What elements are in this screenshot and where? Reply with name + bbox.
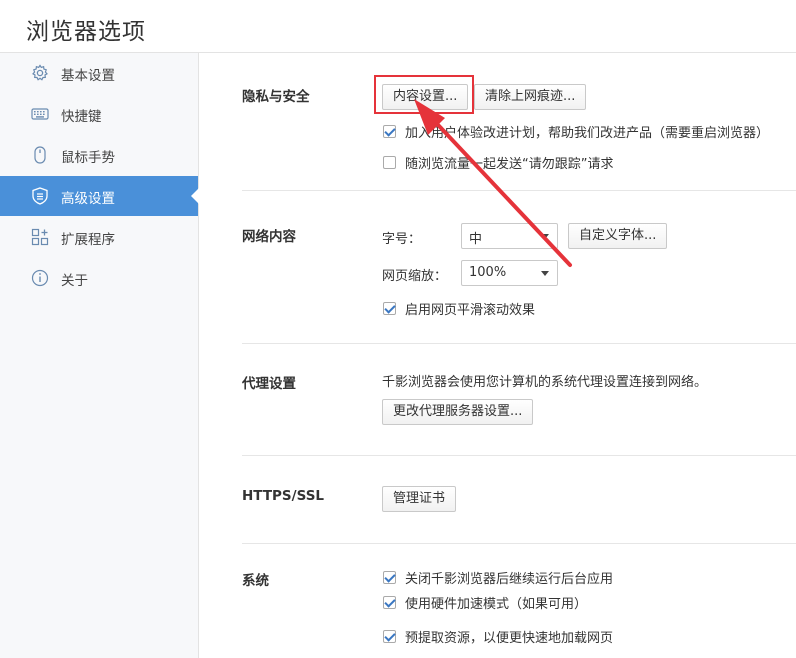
smooth-scroll-option[interactable]: 启用网页平滑滚动效果 [383, 298, 535, 318]
hardware-accel-label: 使用硬件加速模式（如果可用） [405, 596, 588, 612]
sidebar-item-label: 快捷键 [61, 109, 102, 125]
section-title-https: HTTPS/SSL [242, 488, 325, 504]
sidebar-item-basic-settings[interactable]: 基本设置 [0, 53, 198, 93]
clear-history-button[interactable]: 清除上网痕迹... [474, 84, 587, 110]
mouse-icon [34, 146, 46, 164]
title-bar: 浏览器选项 [0, 0, 796, 53]
chevron-down-icon [541, 234, 549, 239]
keyboard-icon [31, 108, 49, 120]
section-title-system: 系统 [242, 573, 269, 589]
prefetch-checkbox[interactable] [383, 629, 396, 643]
change-proxy-button[interactable]: 更改代理服务器设置... [382, 399, 534, 425]
hardware-accel-checkbox[interactable] [383, 595, 396, 609]
divider [242, 543, 796, 544]
divider [242, 190, 796, 191]
custom-fonts-button[interactable]: 自定义字体... [568, 223, 668, 249]
settings-content: 隐私与安全 内容设置... 清除上网痕迹... 加入用户体验改进计划，帮助我们改… [199, 53, 796, 658]
font-size-select[interactable]: 中 [461, 223, 558, 249]
join-program-option[interactable]: 加入用户体验改进计划，帮助我们改进产品（需要重启浏览器） [383, 121, 769, 141]
do-not-track-label: 随浏览流量一起发送“请勿跟踪”请求 [405, 156, 614, 172]
background-apps-option[interactable]: 关闭千影浏览器后继续运行后台应用 [383, 567, 613, 587]
sidebar-item-extensions[interactable]: 扩展程序 [0, 217, 198, 257]
info-icon [31, 269, 49, 287]
sidebar-item-mouse-gestures[interactable]: 鼠标手势 [0, 135, 198, 175]
zoom-value: 100% [469, 265, 507, 280]
smooth-scroll-label: 启用网页平滑滚动效果 [405, 302, 536, 318]
section-title-web-content: 网络内容 [242, 229, 296, 245]
proxy-description: 千影浏览器会使用您计算机的系统代理设置连接到网络。 [382, 375, 708, 390]
sidebar-item-shortcuts[interactable]: 快捷键 [0, 94, 198, 134]
prefetch-option[interactable]: 预提取资源，以便更快速地加载网页 [383, 626, 613, 646]
divider [242, 343, 796, 344]
do-not-track-checkbox[interactable] [383, 155, 396, 169]
font-size-value: 中 [469, 232, 483, 247]
join-program-label: 加入用户体验改进计划，帮助我们改进产品（需要重启浏览器） [405, 125, 770, 141]
sidebar-item-label: 关于 [61, 273, 88, 289]
background-apps-checkbox[interactable] [383, 570, 396, 584]
sidebar-item-label: 高级设置 [61, 191, 115, 207]
join-program-checkbox[interactable] [383, 124, 396, 138]
shield-icon [32, 187, 48, 205]
window-title: 浏览器选项 [26, 19, 146, 45]
hardware-accel-option[interactable]: 使用硬件加速模式（如果可用） [383, 592, 587, 612]
smooth-scroll-checkbox[interactable] [383, 301, 396, 315]
chevron-down-icon [541, 271, 549, 276]
sidebar-item-label: 基本设置 [61, 68, 115, 84]
zoom-select[interactable]: 100% [461, 260, 558, 286]
section-title-proxy: 代理设置 [242, 376, 296, 392]
section-title-privacy: 隐私与安全 [242, 89, 310, 105]
sidebar-item-about[interactable]: 关于 [0, 258, 198, 298]
sidebar-item-label: 扩展程序 [61, 232, 115, 248]
sidebar-item-advanced-settings[interactable]: 高级设置 [0, 176, 199, 216]
sidebar: 基本设置 快捷键 鼠标手势 高级设置 扩展程序 关于 [0, 53, 199, 658]
font-size-label: 字号： [382, 232, 422, 247]
prefetch-label: 预提取资源，以便更快速地加载网页 [405, 630, 614, 646]
divider [242, 455, 796, 456]
extensions-icon [31, 228, 49, 246]
background-apps-label: 关闭千影浏览器后继续运行后台应用 [405, 571, 614, 587]
content-settings-button[interactable]: 内容设置... [382, 84, 469, 110]
manage-certificates-button[interactable]: 管理证书 [382, 486, 457, 512]
gear-icon [32, 64, 48, 81]
sidebar-item-label: 鼠标手势 [61, 150, 115, 166]
zoom-label: 网页缩放： [382, 269, 448, 284]
do-not-track-option[interactable]: 随浏览流量一起发送“请勿跟踪”请求 [383, 152, 613, 172]
